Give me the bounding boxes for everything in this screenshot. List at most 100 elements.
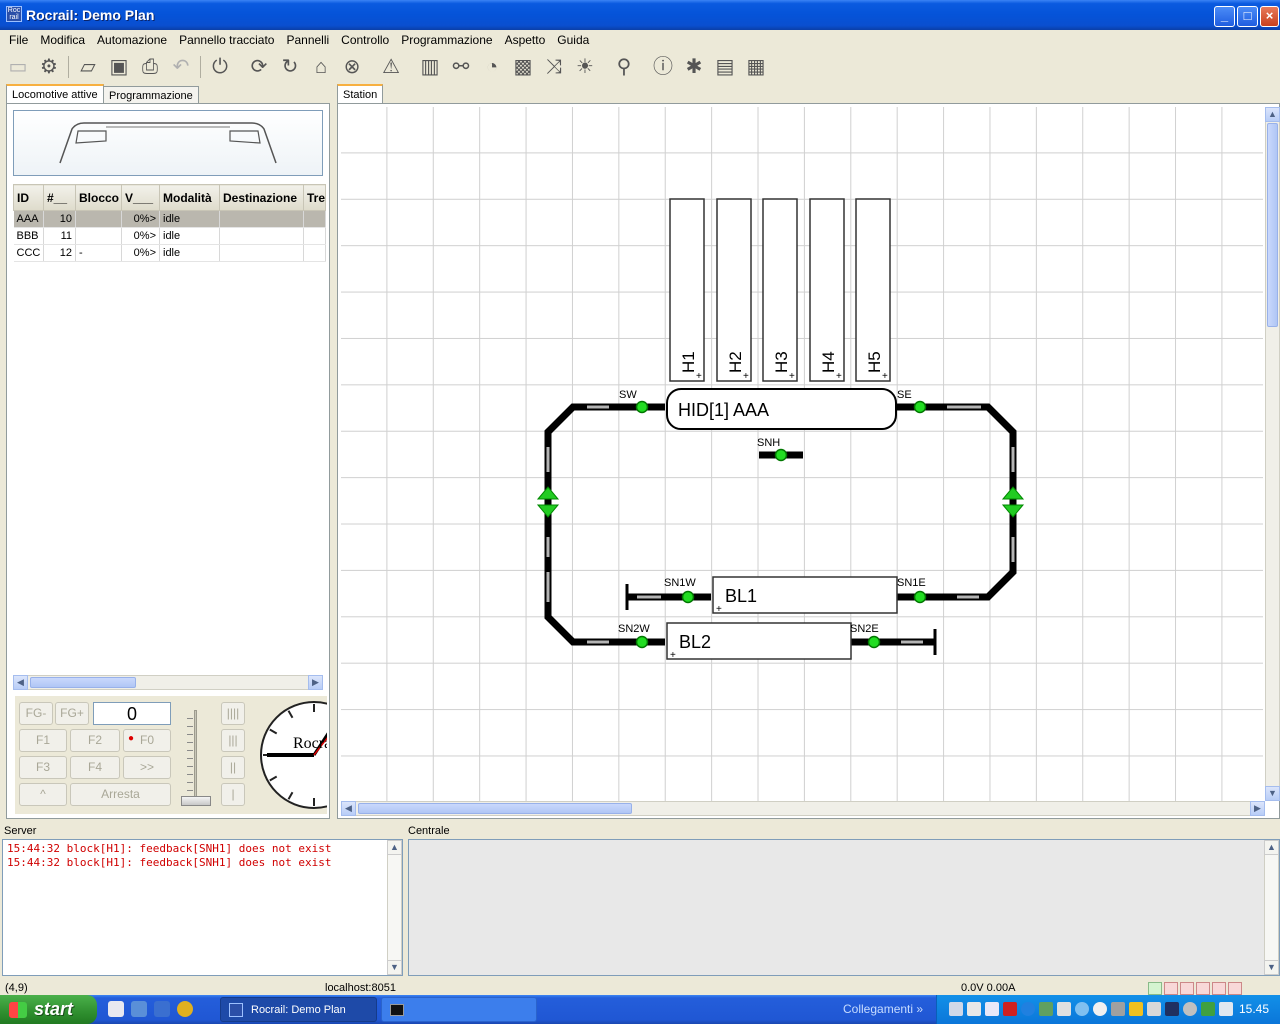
- server-log-scrollbar[interactable]: ▲ ▼: [387, 840, 402, 975]
- tray-app-icon[interactable]: [1093, 1002, 1107, 1016]
- tray-app-icon[interactable]: [1111, 1002, 1125, 1016]
- reset-icon[interactable]: ↻: [277, 54, 303, 80]
- sensor-se[interactable]: [913, 400, 927, 414]
- open-folder-icon[interactable]: ▱: [75, 54, 101, 80]
- tray-app-icon[interactable]: [985, 1002, 999, 1016]
- track-right-loop[interactable]: [895, 403, 1017, 601]
- debug-bug-icon[interactable]: ✱: [681, 54, 707, 80]
- undo-icon[interactable]: ↶: [168, 54, 194, 80]
- sensor-sn1w[interactable]: [681, 590, 695, 604]
- scroll-right-icon[interactable]: ▶: [308, 675, 323, 690]
- scrollbar-thumb[interactable]: [1267, 123, 1278, 327]
- f2-button[interactable]: F2: [70, 729, 120, 752]
- stop-circle-icon[interactable]: ⊗: [339, 54, 365, 80]
- chrome-icon[interactable]: [177, 1001, 193, 1017]
- print-icon[interactable]: ⎙: [137, 54, 163, 80]
- tab-programmazione[interactable]: Programmazione: [103, 86, 199, 104]
- maximize-button[interactable]: □: [1237, 6, 1258, 27]
- tab-station[interactable]: Station: [337, 84, 384, 105]
- tray-app-icon[interactable]: [1129, 1002, 1143, 1016]
- menu-programmazione[interactable]: Programmazione: [395, 30, 498, 47]
- scroll-up-icon[interactable]: ▲: [387, 840, 402, 855]
- power-icon[interactable]: ⏻: [207, 54, 233, 80]
- pages-icon[interactable]: ▦: [743, 54, 769, 80]
- connect-icon[interactable]: ▭: [5, 54, 31, 80]
- stop-button[interactable]: Arresta: [70, 783, 171, 806]
- tray-app-icon[interactable]: [1057, 1002, 1071, 1016]
- tab-locomotive-attive[interactable]: Locomotive attive: [6, 84, 104, 105]
- col-speed[interactable]: V___: [121, 184, 160, 211]
- close-button[interactable]: ×: [1260, 6, 1279, 27]
- tray-network-icon[interactable]: [949, 1002, 963, 1016]
- speedometer-icon[interactable]: ◔: [479, 54, 505, 80]
- scroll-down-icon[interactable]: ▼: [387, 960, 402, 975]
- tray-app-icon[interactable]: [1219, 1002, 1233, 1016]
- fg-minus-button[interactable]: FG-: [19, 702, 53, 725]
- document-icon[interactable]: ▤: [712, 54, 738, 80]
- tray-volume-icon[interactable]: [1147, 1002, 1161, 1016]
- tray-app-icon[interactable]: [967, 1002, 981, 1016]
- scrollbar-thumb[interactable]: [30, 677, 136, 688]
- col-treno[interactable]: Tre: [303, 184, 326, 211]
- scroll-up-icon[interactable]: ▲: [1265, 107, 1280, 122]
- scroll-left-icon[interactable]: ◀: [341, 801, 356, 816]
- locomotive-icon[interactable]: ▥: [417, 54, 443, 80]
- turnout-icon[interactable]: ⚯: [448, 54, 474, 80]
- centrale-log-scrollbar[interactable]: ▲ ▼: [1264, 840, 1279, 975]
- start-button[interactable]: start: [0, 995, 97, 1024]
- col-blocco[interactable]: Blocco: [75, 184, 122, 211]
- warning-icon[interactable]: ⚠: [378, 54, 404, 80]
- route-icon[interactable]: ▩: [510, 54, 536, 80]
- menu-guida[interactable]: Guida: [551, 30, 595, 47]
- scrollbar-thumb[interactable]: [358, 803, 632, 814]
- menu-automazione[interactable]: Automazione: [91, 30, 173, 47]
- scroll-up-icon[interactable]: ▲: [1264, 840, 1279, 855]
- home-icon[interactable]: ⌂: [308, 54, 334, 80]
- col-destinazione[interactable]: Destinazione: [219, 184, 304, 211]
- scroll-right-icon[interactable]: ▶: [1250, 801, 1265, 816]
- show-desktop-icon[interactable]: [108, 1001, 124, 1017]
- tray-app-icon[interactable]: [1165, 1002, 1179, 1016]
- task-rocrail[interactable]: Rocrail: Demo Plan: [220, 997, 377, 1022]
- table-row[interactable]: BBB 11 0%> idle: [13, 227, 326, 245]
- zoom-icon[interactable]: ⚲: [611, 54, 637, 80]
- menu-pannello-tracciato[interactable]: Pannello tracciato: [173, 30, 280, 47]
- tray-app-icon[interactable]: [1075, 1002, 1089, 1016]
- rocrail-app-icon[interactable]: Roc rail: [6, 6, 22, 22]
- tray-app-icon[interactable]: [1183, 1002, 1197, 1016]
- menu-modifica[interactable]: Modifica: [34, 30, 91, 47]
- shuffle-icon[interactable]: ⤨: [541, 54, 567, 80]
- f3-button[interactable]: F3: [19, 756, 67, 779]
- speed-step-1-button[interactable]: |: [221, 783, 245, 806]
- col-modalita[interactable]: Modalità: [159, 184, 220, 211]
- speed-step-4-button[interactable]: ||||: [221, 702, 245, 725]
- sensor-snh[interactable]: [774, 448, 788, 462]
- speed-slider[interactable]: [181, 710, 211, 810]
- table-horizontal-scrollbar[interactable]: ◀ ▶: [13, 675, 323, 690]
- internet-explorer-icon[interactable]: [154, 1001, 170, 1017]
- tray-app-icon[interactable]: [1201, 1002, 1215, 1016]
- links-toolbar[interactable]: Collegamenti »: [843, 1002, 923, 1016]
- next-functions-button[interactable]: >>: [123, 756, 171, 779]
- sensor-sw[interactable]: [635, 400, 649, 414]
- settings-icon[interactable]: ⚙: [36, 54, 62, 80]
- f0-button[interactable]: ● F0: [123, 729, 171, 752]
- save-icon[interactable]: ▣: [106, 54, 132, 80]
- sensor-sn2e[interactable]: [867, 635, 881, 649]
- plan-vertical-scrollbar[interactable]: ▲ ▼: [1265, 107, 1280, 801]
- speed-step-2-button[interactable]: ||: [221, 756, 245, 779]
- direction-button[interactable]: ^: [19, 783, 67, 806]
- menu-aspetto[interactable]: Aspetto: [499, 30, 552, 47]
- sensor-sn2w[interactable]: [635, 635, 649, 649]
- tray-app-icon[interactable]: [1039, 1002, 1053, 1016]
- server-log[interactable]: 15:44:32 block[H1]: feedback[SNH1] does …: [2, 839, 403, 976]
- menu-file[interactable]: File: [0, 30, 34, 47]
- slider-handle[interactable]: [181, 796, 211, 806]
- scroll-down-icon[interactable]: ▼: [1265, 786, 1280, 801]
- table-row[interactable]: CCC 12 - 0%> idle: [13, 244, 326, 262]
- centrale-log[interactable]: ▲ ▼: [408, 839, 1280, 976]
- scroll-left-icon[interactable]: ◀: [13, 675, 28, 690]
- clock-time[interactable]: 15.45: [1239, 1002, 1269, 1016]
- menu-pannelli[interactable]: Pannelli: [280, 30, 335, 47]
- explorer-icon[interactable]: [131, 1001, 147, 1017]
